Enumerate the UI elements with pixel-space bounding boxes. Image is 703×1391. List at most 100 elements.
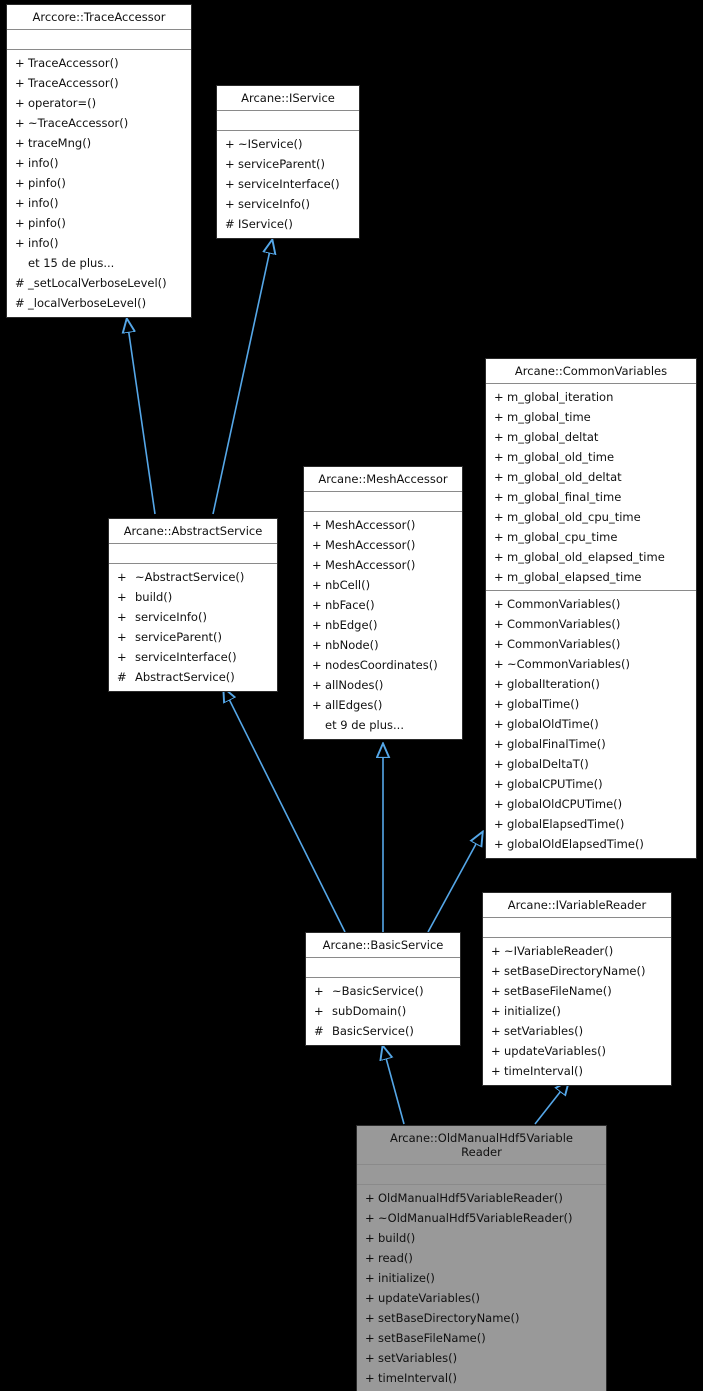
visibility-marker: + <box>494 510 504 524</box>
class-box-trace-accessor[interactable]: Arccore::TraceAccessor + TraceAccessor() … <box>6 4 192 318</box>
class-box-old-manual-hdf5-variable-reader[interactable]: Arcane::OldManualHdf5Variable Reader + Ol… <box>356 1125 607 1391</box>
class-member-row: + TraceAccessor() <box>7 73 191 93</box>
member-label: nbNode() <box>325 638 379 652</box>
class-member-row: + timeInterval() <box>483 1061 671 1081</box>
visibility-marker: + <box>117 570 127 584</box>
visibility-marker: + <box>494 677 504 691</box>
member-label: ~IService() <box>238 137 303 151</box>
visibility-marker: + <box>312 658 322 672</box>
class-member-row: + subDomain() <box>306 1001 460 1021</box>
class-title-iservice: Arcane::IService <box>217 86 359 111</box>
class-attributes-old-manual-hdf5-variable-reader <box>357 1165 606 1185</box>
member-label: nodesCoordinates() <box>325 658 438 672</box>
class-member-row: + m_global_iteration <box>486 387 696 407</box>
visibility-marker: + <box>117 610 127 624</box>
uml-class-diagram: Arccore::TraceAccessor + TraceAccessor() … <box>0 0 703 1391</box>
visibility-marker: + <box>312 618 322 632</box>
class-title-basic-service: Arcane::BasicService <box>306 933 460 958</box>
member-label: initialize() <box>504 1004 561 1018</box>
class-box-common-variables[interactable]: Arcane::CommonVariables + m_global_iterat… <box>485 358 697 859</box>
class-member-row: + m_global_old_time <box>486 447 696 467</box>
member-label: serviceInfo() <box>135 610 207 624</box>
class-member-row: + m_global_deltat <box>486 427 696 447</box>
class-member-row: + serviceInfo() <box>217 194 359 214</box>
member-label: ~CommonVariables() <box>507 657 630 671</box>
member-label: setBaseDirectoryName() <box>504 964 646 978</box>
class-member-row: + setBaseDirectoryName() <box>357 1308 606 1328</box>
member-label: setBaseFileName() <box>378 1331 486 1345</box>
member-label: serviceParent() <box>135 630 222 644</box>
visibility-marker: + <box>314 984 324 998</box>
member-label: updateVariables() <box>378 1291 481 1305</box>
class-member-row: + TraceAccessor() <box>7 53 191 73</box>
visibility-marker: + <box>312 578 322 592</box>
visibility-marker: + <box>494 637 504 651</box>
member-label: OldManualHdf5VariableReader() <box>378 1191 563 1205</box>
member-label: m_global_old_elapsed_time <box>507 550 665 564</box>
member-label: CommonVariables() <box>507 597 621 611</box>
class-member-row: + ~TraceAccessor() <box>7 113 191 133</box>
member-label: m_global_deltat <box>507 430 599 444</box>
class-member-row: + globalTime() <box>486 694 696 714</box>
member-label: ~IVariableReader() <box>504 944 614 958</box>
visibility-marker: + <box>494 450 504 464</box>
visibility-marker: + <box>15 236 25 250</box>
class-member-row: # AbstractService() <box>109 667 277 687</box>
member-label: globalOldElapsedTime() <box>507 837 644 851</box>
class-member-row: + setBaseDirectoryName() <box>483 961 671 981</box>
class-box-mesh-accessor[interactable]: Arcane::MeshAccessor + MeshAccessor() + Me… <box>303 466 463 740</box>
class-title-common-variables: Arcane::CommonVariables <box>486 359 696 384</box>
class-member-row: + globalDeltaT() <box>486 754 696 774</box>
member-label: info() <box>28 196 59 210</box>
class-member-row: + info() <box>7 153 191 173</box>
member-label: m_global_time <box>507 410 591 424</box>
class-member-row: + globalOldElapsedTime() <box>486 834 696 854</box>
class-operations-ivariable-reader: + ~IVariableReader() + setBaseDirectoryNam… <box>483 938 671 1085</box>
class-member-row: + CommonVariables() <box>486 594 696 614</box>
member-label: MeshAccessor() <box>325 558 416 572</box>
class-member-row: # IService() <box>217 214 359 234</box>
visibility-marker: + <box>494 570 504 584</box>
visibility-marker: + <box>117 650 127 664</box>
class-member-row: + globalElapsedTime() <box>486 814 696 834</box>
class-box-iservice[interactable]: Arcane::IService + ~IService() + servicePa… <box>216 85 360 239</box>
member-label: TraceAccessor() <box>28 56 119 70</box>
member-label: ~OldManualHdf5VariableReader() <box>378 1211 573 1225</box>
class-box-abstract-service[interactable]: Arcane::AbstractService + ~AbstractServic… <box>108 518 278 692</box>
class-member-row: + globalOldCPUTime() <box>486 794 696 814</box>
visibility-marker: + <box>491 1044 501 1058</box>
class-box-basic-service[interactable]: Arcane::BasicService + ~BasicService() + s… <box>305 932 461 1046</box>
member-label: nbFace() <box>325 598 375 612</box>
member-label: _localVerboseLevel() <box>28 296 147 310</box>
class-member-row: + serviceParent() <box>217 154 359 174</box>
member-label: globalCPUTime() <box>507 777 603 791</box>
class-member-row: + setVariables() <box>357 1348 606 1368</box>
member-label: ~TraceAccessor() <box>28 116 129 130</box>
class-member-row: + read() <box>357 1248 606 1268</box>
visibility-marker: + <box>15 216 25 230</box>
member-label: TraceAccessor() <box>28 76 119 90</box>
visibility-marker: + <box>494 737 504 751</box>
class-member-row: + globalIteration() <box>486 674 696 694</box>
class-member-row: + m_global_time <box>486 407 696 427</box>
class-operations-old-manual-hdf5-variable-reader: + OldManualHdf5VariableReader() + ~OldManu… <box>357 1185 606 1391</box>
class-member-row: + m_global_final_time <box>486 487 696 507</box>
member-label: IService() <box>238 217 293 231</box>
class-member-row: + info() <box>7 233 191 253</box>
visibility-marker: + <box>494 410 504 424</box>
member-label: serviceParent() <box>238 157 325 171</box>
class-member-row: + traceMng() <box>7 133 191 153</box>
class-member-row: + allEdges() <box>304 695 462 715</box>
visibility-marker: + <box>15 96 25 110</box>
visibility-marker: + <box>365 1191 375 1205</box>
class-member-row: + serviceInfo() <box>109 607 277 627</box>
visibility-marker: # <box>117 670 127 684</box>
class-box-ivariable-reader[interactable]: Arcane::IVariableReader + ~IVariableReade… <box>482 892 672 1086</box>
member-label: BasicService() <box>332 1024 414 1038</box>
member-label: allNodes() <box>325 678 384 692</box>
member-label: subDomain() <box>332 1004 407 1018</box>
class-member-row: + m_global_old_deltat <box>486 467 696 487</box>
class-attributes-ivariable-reader <box>483 918 671 938</box>
visibility-marker: + <box>494 697 504 711</box>
member-label: m_global_iteration <box>507 390 614 404</box>
